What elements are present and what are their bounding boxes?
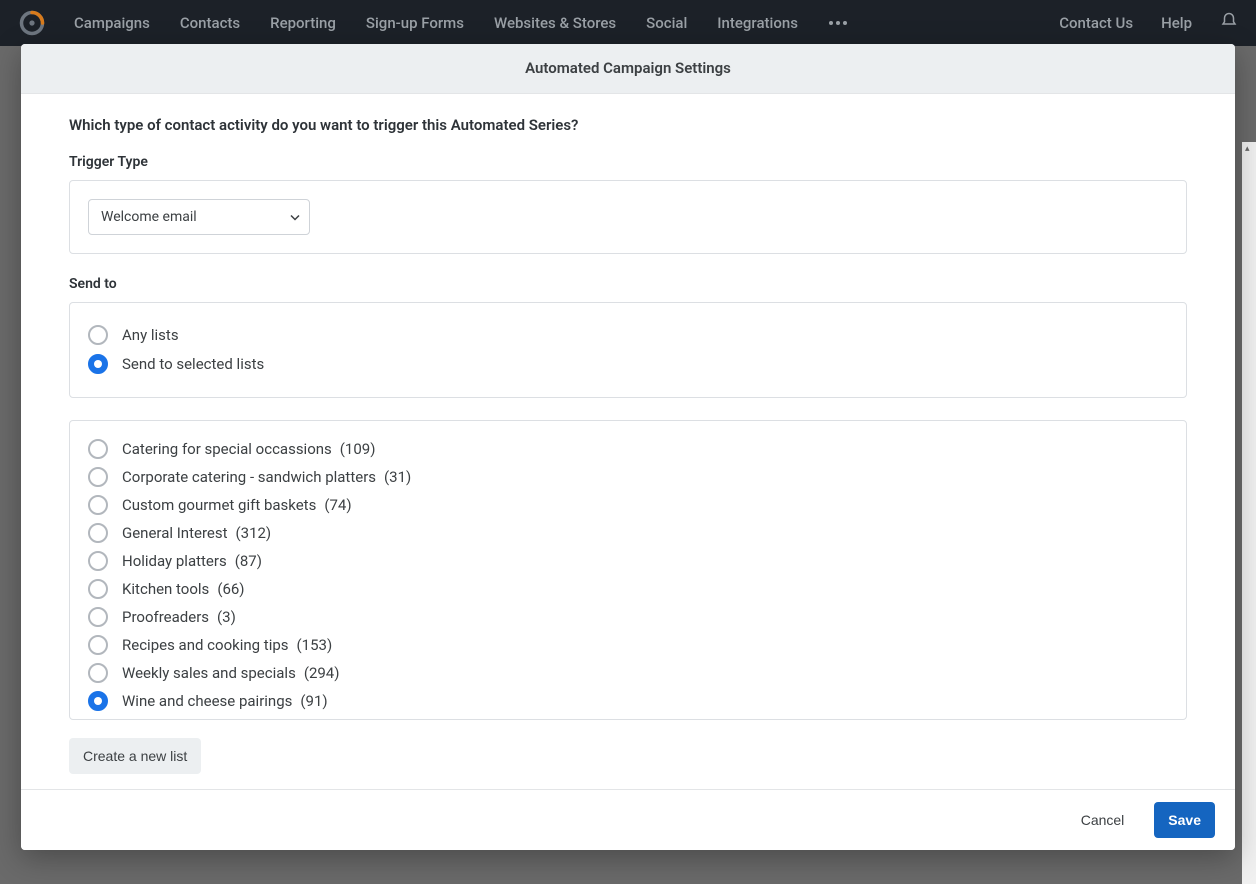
list-item[interactable]: General Interest(312) (88, 519, 1168, 547)
list-item[interactable]: Kitchen tools(66) (88, 575, 1168, 603)
page-scrollbar[interactable]: ▴ (1242, 142, 1256, 884)
list-item[interactable]: Weekly sales and specials(294) (88, 659, 1168, 687)
list-item-count: (31) (384, 468, 411, 486)
modal-title: Automated Campaign Settings (21, 44, 1235, 94)
list-item-count: (74) (324, 496, 351, 514)
list-item-count: (153) (297, 636, 333, 654)
list-item-count: (294) (304, 664, 340, 682)
send-to-panel: Any lists Send to selected lists (69, 302, 1187, 398)
list-item-count: (3) (217, 608, 236, 626)
lists-panel[interactable]: Catering for special occassions(109) Corp… (69, 420, 1187, 720)
radio-icon[interactable] (88, 551, 108, 571)
radio-icon[interactable] (88, 523, 108, 543)
nav-contact-us[interactable]: Contact Us (1059, 14, 1133, 32)
list-item-count: (87) (235, 552, 262, 570)
save-button[interactable]: Save (1154, 802, 1215, 838)
radio-icon[interactable] (88, 579, 108, 599)
nav-more-icon[interactable] (828, 21, 848, 25)
modal-body: Which type of contact activity do you wa… (21, 94, 1235, 789)
list-item-label: General Interest(312) (122, 524, 271, 542)
list-item-label: Recipes and cooking tips(153) (122, 636, 332, 654)
cancel-button[interactable]: Cancel (1067, 802, 1139, 838)
radio-icon[interactable] (88, 495, 108, 515)
trigger-type-select[interactable]: Welcome email (88, 199, 310, 235)
brand-logo-icon[interactable] (18, 9, 46, 37)
nav-websites-stores[interactable]: Websites & Stores (494, 14, 616, 32)
list-item-label: Corporate catering - sandwich platters(3… (122, 468, 411, 486)
nav-signup-forms[interactable]: Sign-up Forms (366, 14, 464, 32)
nav-integrations[interactable]: Integrations (717, 14, 798, 32)
list-item-label: Catering for special occassions(109) (122, 440, 375, 458)
trigger-type-label: Trigger Type (69, 154, 1187, 170)
send-to-option-label: Any lists (122, 326, 179, 344)
list-item[interactable]: Custom gourmet gift baskets(74) (88, 491, 1168, 519)
radio-icon[interactable] (88, 663, 108, 683)
list-item-count: (109) (340, 440, 376, 458)
radio-icon[interactable] (88, 607, 108, 627)
trigger-type-panel: Welcome email (69, 180, 1187, 254)
send-to-option-0[interactable]: Any lists (88, 321, 1168, 349)
list-item-count: (312) (236, 524, 272, 542)
nav-left: Campaigns Contacts Reporting Sign-up For… (74, 14, 848, 32)
nav-reporting[interactable]: Reporting (270, 14, 336, 32)
notifications-icon[interactable] (1220, 12, 1238, 34)
list-item[interactable]: Holiday platters(87) (88, 547, 1168, 575)
top-nav: Campaigns Contacts Reporting Sign-up For… (0, 0, 1256, 46)
send-to-label: Send to (69, 276, 1187, 292)
nav-help[interactable]: Help (1161, 14, 1192, 32)
list-item-label: Holiday platters(87) (122, 552, 262, 570)
question-text: Which type of contact activity do you wa… (69, 116, 1187, 134)
nav-social[interactable]: Social (646, 14, 687, 32)
list-item-label: Kitchen tools(66) (122, 580, 245, 598)
nav-contacts[interactable]: Contacts (180, 14, 240, 32)
send-to-option-label: Send to selected lists (122, 355, 264, 373)
list-item[interactable]: Proofreaders(3) (88, 603, 1168, 631)
create-new-list-button[interactable]: Create a new list (69, 738, 201, 774)
radio-icon[interactable] (88, 467, 108, 487)
radio-icon[interactable] (88, 354, 108, 374)
list-item-count: (66) (217, 580, 244, 598)
list-item[interactable]: Wine and cheese pairings(91) (88, 687, 1168, 715)
radio-icon[interactable] (88, 691, 108, 711)
list-item-label: Wine and cheese pairings(91) (122, 692, 328, 710)
modal-footer: Cancel Save (21, 789, 1235, 850)
list-item[interactable]: Recipes and cooking tips(153) (88, 631, 1168, 659)
list-item[interactable]: Catering for special occassions(109) (88, 435, 1168, 463)
radio-icon[interactable] (88, 439, 108, 459)
list-item-label: Weekly sales and specials(294) (122, 664, 339, 682)
radio-icon[interactable] (88, 325, 108, 345)
trigger-type-value: Welcome email (101, 209, 197, 225)
list-item[interactable]: Corporate catering - sandwich platters(3… (88, 463, 1168, 491)
list-item-label: Custom gourmet gift baskets(74) (122, 496, 352, 514)
list-item-count: (91) (300, 692, 327, 710)
radio-icon[interactable] (88, 635, 108, 655)
nav-right: Contact Us Help (1059, 12, 1238, 34)
settings-modal: Automated Campaign Settings Which type o… (21, 44, 1235, 850)
nav-campaigns[interactable]: Campaigns (74, 14, 150, 32)
list-item-label: Proofreaders(3) (122, 608, 236, 626)
send-to-option-1[interactable]: Send to selected lists (88, 350, 1168, 378)
